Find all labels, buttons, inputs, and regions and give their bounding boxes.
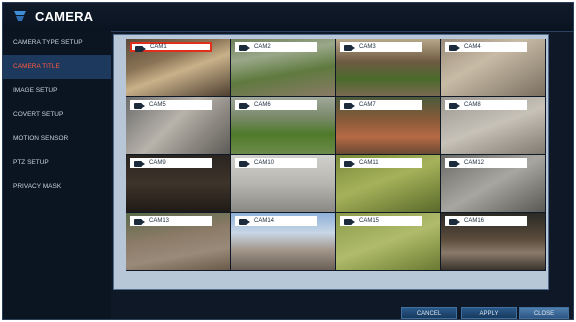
camera-tile[interactable]: CAM2 [231,39,336,97]
sidebar-item-motion-sensor[interactable]: MOTION SENSOR [3,127,111,151]
camera-title-text: CAM14 [254,218,275,224]
camera-title-text: CAM4 [464,44,481,50]
camera-title-text: CAM6 [254,102,271,108]
camera-title-field[interactable]: CAM5 [130,100,212,110]
camera-title-field[interactable]: CAM16 [445,216,527,226]
camera-grid-panel: CAM1 CAM2 CAM3 CAM4 CAM5 CAM6 CAM7 CAM8 CAM9 CAM1… [113,34,549,290]
camera-icon [134,218,145,225]
sidebar-item-covert-setup[interactable]: COVERT SETUP [3,103,111,127]
camera-icon [135,45,146,52]
camera-tile[interactable]: CAM1 [126,39,231,97]
camera-icon [239,44,250,51]
camera-tile[interactable]: CAM15 [336,213,441,271]
camera-title-field[interactable]: CAM6 [235,100,317,110]
camera-title-text: CAM15 [359,218,380,224]
camera-icon [344,102,355,109]
camera-title-text: CAM1 [150,44,167,50]
sidebar-item-privacy-mask[interactable]: PRIVACY MASK [3,175,111,199]
camera-title-field[interactable]: CAM14 [235,216,317,226]
cancel-button[interactable]: CANCEL [401,307,457,319]
camera-tile[interactable]: CAM8 [441,97,546,155]
close-button[interactable]: CLOSE [519,307,569,319]
camera-title-text: CAM13 [149,218,170,224]
camera-tile[interactable]: CAM3 [336,39,441,97]
camera-tile[interactable]: CAM5 [126,97,231,155]
apply-button[interactable]: APPLY [461,307,517,319]
camera-title-text: CAM9 [149,160,166,166]
camera-title-field[interactable]: CAM11 [340,158,422,168]
camera-tile[interactable]: CAM16 [441,213,546,271]
camera-icon [239,160,250,167]
camera-title-text: CAM10 [254,160,275,166]
camera-icon [344,160,355,167]
sidebar-item-camera-type-setup[interactable]: CAMERA TYPE SETUP [3,31,111,55]
camera-icon [239,102,250,109]
camera-icon [134,160,145,167]
camera-tile[interactable]: CAM14 [231,213,336,271]
sidebar-item-ptz-setup[interactable]: PTZ SETUP [3,151,111,175]
sidebar-item-camera-title[interactable]: CAMERA TITLE [3,55,111,79]
window-title: CAMERA [35,9,94,24]
sidebar-item-image-setup[interactable]: IMAGE SETUP [3,79,111,103]
sidebar: CAMERA TYPE SETUP CAMERA TITLE IMAGE SET… [3,31,111,319]
camera-tile[interactable]: CAM9 [126,155,231,213]
camera-grid: CAM1 CAM2 CAM3 CAM4 CAM5 CAM6 CAM7 CAM8 CAM9 CAM1… [126,39,546,271]
camera-title-text: CAM3 [359,44,376,50]
camera-title-field[interactable]: CAM8 [445,100,527,110]
camera-tile[interactable]: CAM10 [231,155,336,213]
camera-title-field[interactable]: CAM10 [235,158,317,168]
camera-icon [239,218,250,225]
camera-title-text: CAM8 [464,102,481,108]
camera-tile[interactable]: CAM13 [126,213,231,271]
camera-title-text: CAM12 [464,160,485,166]
camera-tile[interactable]: CAM12 [441,155,546,213]
camera-title-field[interactable]: CAM13 [130,216,212,226]
camera-tile[interactable]: CAM6 [231,97,336,155]
camera-title-text: CAM5 [149,102,166,108]
camera-tile[interactable]: CAM11 [336,155,441,213]
camera-menu-icon [14,11,26,21]
camera-tile[interactable]: CAM7 [336,97,441,155]
camera-title-text: CAM7 [359,102,376,108]
camera-icon [344,218,355,225]
camera-title-text: CAM11 [359,160,379,166]
camera-title-field[interactable]: CAM4 [445,42,527,52]
camera-title-field[interactable]: CAM15 [340,216,422,226]
camera-title-field[interactable]: CAM9 [130,158,212,168]
camera-title-field[interactable]: CAM2 [235,42,317,52]
camera-icon [449,44,460,51]
camera-title-field[interactable]: CAM12 [445,158,527,168]
camera-tile[interactable]: CAM4 [441,39,546,97]
camera-title-text: CAM16 [464,218,485,224]
camera-title-field[interactable]: CAM7 [340,100,422,110]
camera-setup-window: CAMERA CAMERA TYPE SETUP CAMERA TITLE IM… [2,2,574,320]
camera-icon [449,160,460,167]
camera-title-text: CAM2 [254,44,271,50]
button-bar: CANCEL APPLY CLOSE [111,307,573,319]
camera-title-field[interactable]: CAM1 [130,42,212,52]
camera-icon [449,218,460,225]
camera-icon [449,102,460,109]
camera-icon [344,44,355,51]
title-bar: CAMERA [3,3,573,32]
camera-title-field[interactable]: CAM3 [340,42,422,52]
camera-icon [134,102,145,109]
